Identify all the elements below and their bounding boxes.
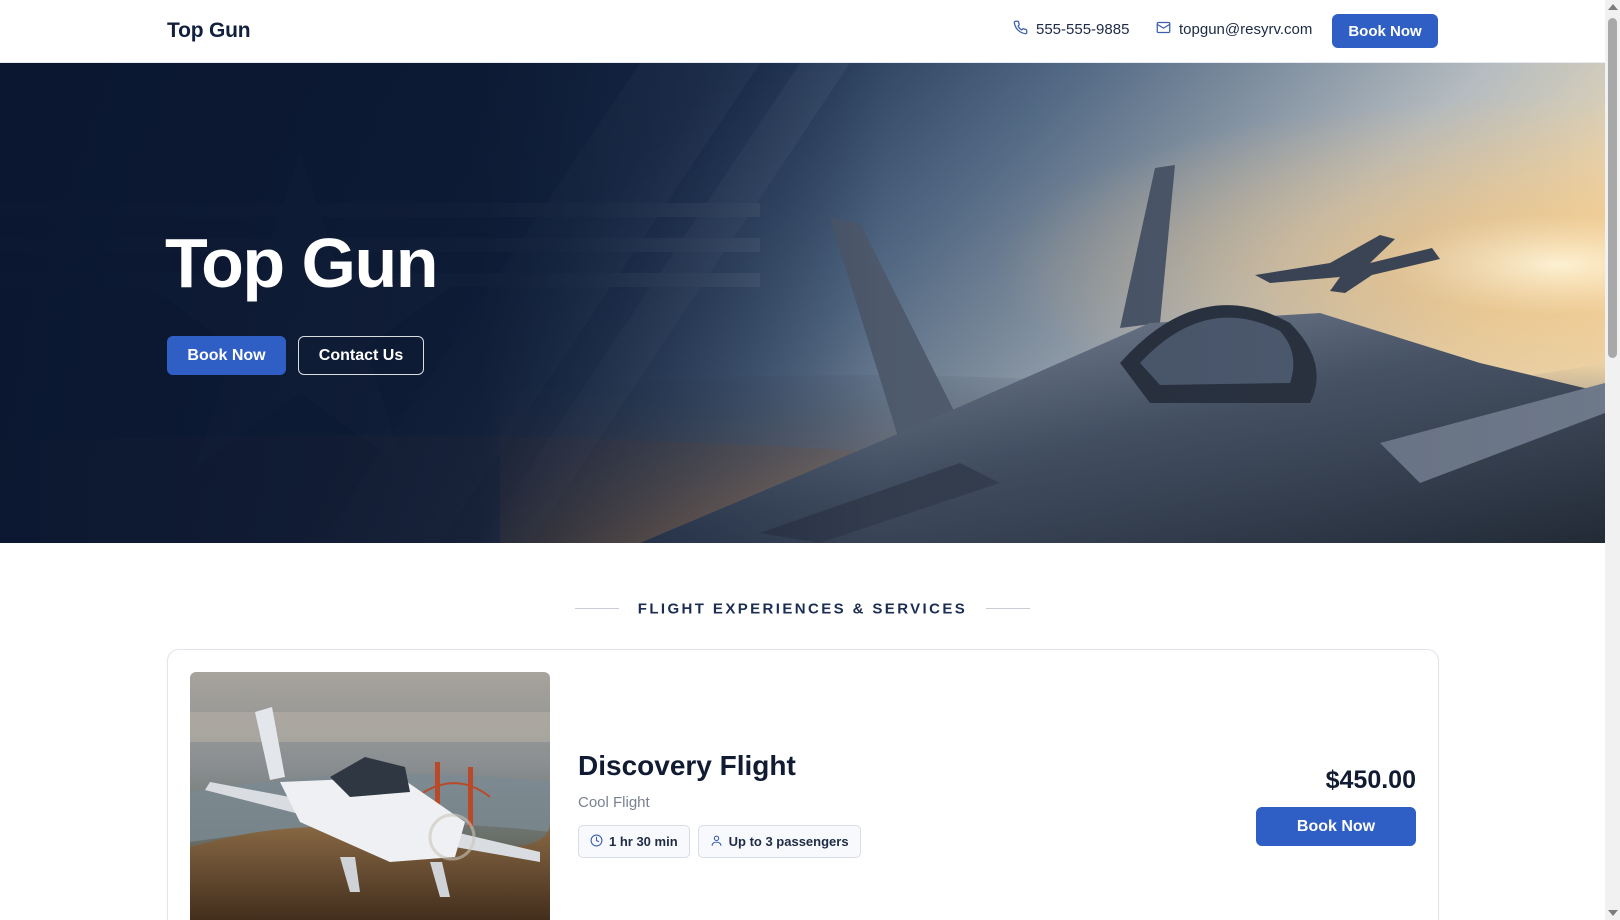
phone-link[interactable]: 555-555-9885 xyxy=(1013,20,1129,39)
service-name: Discovery Flight xyxy=(578,750,796,781)
hero-contact-us-button[interactable]: Contact Us xyxy=(298,336,424,375)
hero-jet-image xyxy=(0,63,1605,543)
airplane-photo xyxy=(190,672,550,920)
service-card: Discovery Flight Cool Flight 1 hr 30 min… xyxy=(167,649,1439,920)
divider-line-left xyxy=(575,608,620,610)
clock-icon xyxy=(590,834,603,850)
section-title: FLIGHT EXPERIENCES & SERVICES xyxy=(637,600,968,618)
scroll-down-arrow-icon[interactable] xyxy=(1608,910,1618,916)
service-subtitle: Cool Flight xyxy=(578,794,650,811)
hero-banner: Top Gun Book Now Contact Us xyxy=(0,63,1605,543)
section-heading: FLIGHT EXPERIENCES & SERVICES xyxy=(0,600,1605,618)
scroll-up-arrow-icon[interactable] xyxy=(1608,4,1618,10)
page-scrollbar[interactable] xyxy=(1605,0,1620,920)
service-book-now-button[interactable]: Book Now xyxy=(1256,807,1416,846)
phone-number: 555-555-9885 xyxy=(1036,21,1130,38)
email-address: topgun@resyrv.com xyxy=(1179,21,1313,38)
email-link[interactable]: topgun@resyrv.com xyxy=(1156,20,1312,39)
top-nav: Top Gun 555-555-9885 topgun@resyrv.com B… xyxy=(0,0,1605,63)
hero-book-now-button[interactable]: Book Now xyxy=(167,336,286,375)
brand-logo[interactable]: Top Gun xyxy=(167,19,251,43)
divider-line-right xyxy=(985,608,1030,610)
service-meta: 1 hr 30 min Up to 3 passengers xyxy=(578,825,861,858)
scroll-thumb[interactable] xyxy=(1608,18,1617,358)
service-image xyxy=(190,672,550,920)
header-book-now-button[interactable]: Book Now xyxy=(1332,14,1438,48)
hero-title: Top Gun xyxy=(165,224,439,302)
passengers-badge: Up to 3 passengers xyxy=(697,825,861,858)
passengers-text: Up to 3 passengers xyxy=(728,834,849,849)
phone-icon xyxy=(1013,20,1028,39)
duration-badge: 1 hr 30 min xyxy=(578,825,690,858)
user-icon xyxy=(710,834,723,850)
duration-text: 1 hr 30 min xyxy=(609,834,678,849)
mail-icon xyxy=(1156,20,1171,39)
service-price: $450.00 xyxy=(1325,766,1416,794)
